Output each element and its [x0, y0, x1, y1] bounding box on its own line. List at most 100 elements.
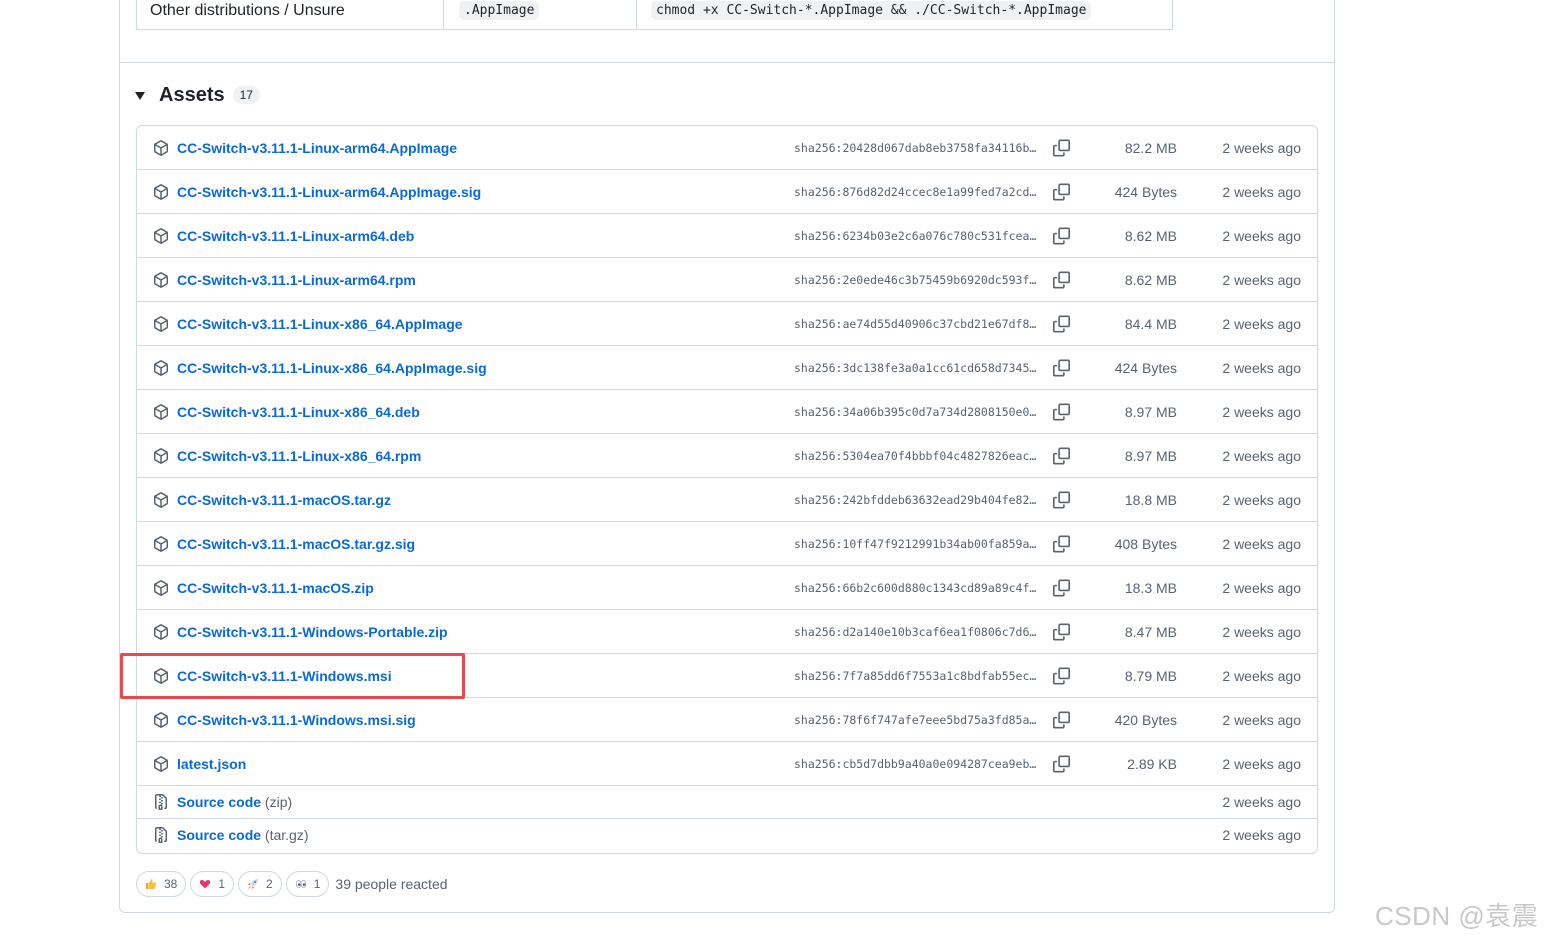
asset-row: CC-Switch-v3.11.1-macOS.tar.gz sha256:242…	[137, 477, 1317, 521]
asset-download-link[interactable]: CC-Switch-v3.11.1-Windows.msi.sig	[177, 712, 416, 728]
asset-sha256: sha256:7f7a85dd6f7553a1c8bdfab55ec2a…	[794, 668, 1040, 683]
asset-row: CC-Switch-v3.11.1-Linux-x86_64.deb sha256…	[137, 389, 1317, 433]
asset-sha256: sha256:242bfddeb63632ead29b404fe827b…	[794, 492, 1040, 507]
asset-download-link[interactable]: CC-Switch-v3.11.1-Linux-arm64.AppImage.s…	[177, 184, 481, 200]
copy-icon[interactable]	[1053, 755, 1070, 772]
asset-size: 420 Bytes	[1114, 711, 1177, 728]
asset-row: CC-Switch-v3.11.1-Linux-arm64.AppImage sh…	[137, 126, 1317, 169]
package-icon	[153, 491, 169, 508]
asset-size: 424 Bytes	[1114, 183, 1177, 200]
package-icon	[153, 535, 169, 552]
package-icon	[153, 623, 169, 640]
asset-row: CC-Switch-v3.11.1-Windows.msi.sig sha256:…	[137, 697, 1317, 741]
watermark: CSDN @袁震	[1375, 901, 1539, 931]
asset-download-link[interactable]: CC-Switch-v3.11.1-Linux-arm64.AppImage	[177, 140, 457, 156]
asset-size: 8.62 MB	[1124, 271, 1177, 288]
asset-row: CC-Switch-v3.11.1-Linux-x86_64.AppImage s…	[137, 301, 1317, 345]
asset-size: 8.97 MB	[1124, 403, 1177, 420]
asset-date: 2 weeks ago	[1222, 711, 1301, 728]
format-code: .AppImage	[459, 1, 540, 20]
copy-icon[interactable]	[1053, 139, 1070, 156]
source-code-link[interactable]: Source code (zip)	[177, 794, 292, 810]
assets-count-badge: 17	[232, 86, 260, 104]
asset-download-link[interactable]: CC-Switch-v3.11.1-Linux-x86_64.deb	[177, 404, 420, 420]
install-table-row: Other distributions / Unsure .AppImage c…	[136, 0, 1173, 30]
asset-size: 82.2 MB	[1124, 139, 1177, 156]
asset-download-link[interactable]: latest.json	[177, 756, 246, 772]
asset-size: 8.97 MB	[1124, 447, 1177, 464]
asset-sha256: sha256:78f6f747afe7eee5bd75a3fd85a4b…	[794, 712, 1040, 727]
copy-icon[interactable]	[1053, 535, 1070, 552]
assets-toggle[interactable]: Assets 17	[135, 82, 260, 108]
asset-size: 8.62 MB	[1124, 227, 1177, 244]
file-zip-icon	[153, 827, 169, 843]
asset-size: 18.8 MB	[1124, 491, 1177, 508]
assets-list: CC-Switch-v3.11.1-Linux-arm64.AppImage sh…	[136, 125, 1318, 854]
asset-download-link[interactable]: CC-Switch-v3.11.1-Linux-arm64.rpm	[177, 272, 416, 288]
asset-sha256: sha256:6234b03e2c6a076c780c531fceaed…	[794, 228, 1040, 243]
asset-row: CC-Switch-v3.11.1-Windows-Portable.zip sh…	[137, 609, 1317, 653]
asset-sha256: sha256:66b2c600d880c1343cd89a89c4ffb…	[794, 580, 1040, 595]
source-code-label: Source code	[177, 794, 262, 810]
asset-sha256: sha256:876d82d24ccec8e1a99fed7a2cd9d…	[794, 184, 1040, 199]
asset-download-link[interactable]: CC-Switch-v3.11.1-macOS.tar.gz.sig	[177, 536, 415, 552]
asset-date: 2 weeks ago	[1222, 755, 1301, 772]
source-code-format: (tar.gz)	[264, 827, 309, 843]
asset-date: 2 weeks ago	[1222, 491, 1301, 508]
asset-date: 2 weeks ago	[1222, 623, 1301, 640]
asset-date: 2 weeks ago	[1222, 579, 1301, 596]
asset-date: 2 weeks ago	[1222, 403, 1301, 420]
asset-date: 2 weeks ago	[1222, 315, 1301, 332]
asset-row: CC-Switch-v3.11.1-Linux-arm64.AppImage.s…	[137, 169, 1317, 213]
copy-icon[interactable]	[1053, 271, 1070, 288]
file-zip-icon	[153, 794, 169, 810]
reaction-eyes-button[interactable]: 1	[285, 871, 330, 897]
copy-icon[interactable]	[1053, 579, 1070, 596]
asset-row: CC-Switch-v3.11.1-Windows.msi sha256:7f7a…	[137, 653, 1317, 697]
asset-download-link[interactable]: CC-Switch-v3.11.1-Linux-arm64.deb	[177, 228, 414, 244]
reaction-thumbs-up-button[interactable]: 38	[136, 871, 187, 897]
copy-icon[interactable]	[1053, 711, 1070, 728]
package-icon	[153, 403, 169, 420]
copy-icon[interactable]	[1053, 227, 1070, 244]
asset-download-link[interactable]: CC-Switch-v3.11.1-Linux-x86_64.AppImage.…	[177, 360, 487, 376]
asset-date: 2 weeks ago	[1222, 535, 1301, 552]
reactions-summary[interactable]: 39 people reacted	[335, 876, 447, 892]
copy-icon[interactable]	[1053, 667, 1070, 684]
asset-download-link[interactable]: CC-Switch-v3.11.1-Linux-x86_64.rpm	[177, 448, 421, 464]
reaction-count: 1	[218, 877, 226, 891]
copy-icon[interactable]	[1053, 315, 1070, 332]
asset-download-link[interactable]: CC-Switch-v3.11.1-Windows.msi	[177, 668, 392, 684]
reaction-heart-button[interactable]: 1	[190, 871, 235, 897]
asset-sha256: sha256:3dc138fe3a0a1cc61cd658d7345a0…	[794, 360, 1040, 375]
rocket-icon	[247, 878, 259, 890]
asset-size: 8.47 MB	[1124, 623, 1177, 640]
assets-title: Assets	[159, 83, 225, 106]
asset-date: 2 weeks ago	[1222, 447, 1301, 464]
asset-date: 2 weeks ago	[1222, 271, 1301, 288]
package-icon	[153, 447, 169, 464]
asset-sha256: sha256:34a06b395c0d7a734d2808150e060…	[794, 404, 1040, 419]
copy-icon[interactable]	[1053, 183, 1070, 200]
copy-icon[interactable]	[1053, 403, 1070, 420]
copy-icon[interactable]	[1053, 447, 1070, 464]
copy-icon[interactable]	[1053, 359, 1070, 376]
source-code-link[interactable]: Source code (tar.gz)	[177, 827, 309, 843]
package-icon	[153, 315, 169, 332]
asset-size: 2.89 KB	[1127, 755, 1177, 772]
asset-sha256: sha256:cb5d7dbb9a40a0e094287cea9eb27…	[794, 756, 1040, 771]
asset-download-link[interactable]: CC-Switch-v3.11.1-macOS.tar.gz	[177, 492, 391, 508]
copy-icon[interactable]	[1053, 623, 1070, 640]
asset-download-link[interactable]: CC-Switch-v3.11.1-Linux-x86_64.AppImage	[177, 316, 463, 332]
asset-download-link[interactable]: CC-Switch-v3.11.1-Windows-Portable.zip	[177, 624, 448, 640]
asset-sha256: sha256:20428d067dab8eb3758fa34116b0e…	[794, 140, 1040, 155]
copy-icon[interactable]	[1053, 491, 1070, 508]
heart-icon	[199, 878, 211, 890]
asset-size: 424 Bytes	[1114, 359, 1177, 376]
asset-date: 2 weeks ago	[1222, 183, 1301, 200]
asset-download-link[interactable]: CC-Switch-v3.11.1-macOS.zip	[177, 580, 374, 596]
source-code-label: Source code	[177, 827, 262, 843]
asset-sha256: sha256:d2a140e10b3caf6ea1f0806c7d68e…	[794, 624, 1040, 639]
reaction-rocket-button[interactable]: 2	[238, 871, 282, 897]
asset-size: 8.79 MB	[1124, 667, 1177, 684]
